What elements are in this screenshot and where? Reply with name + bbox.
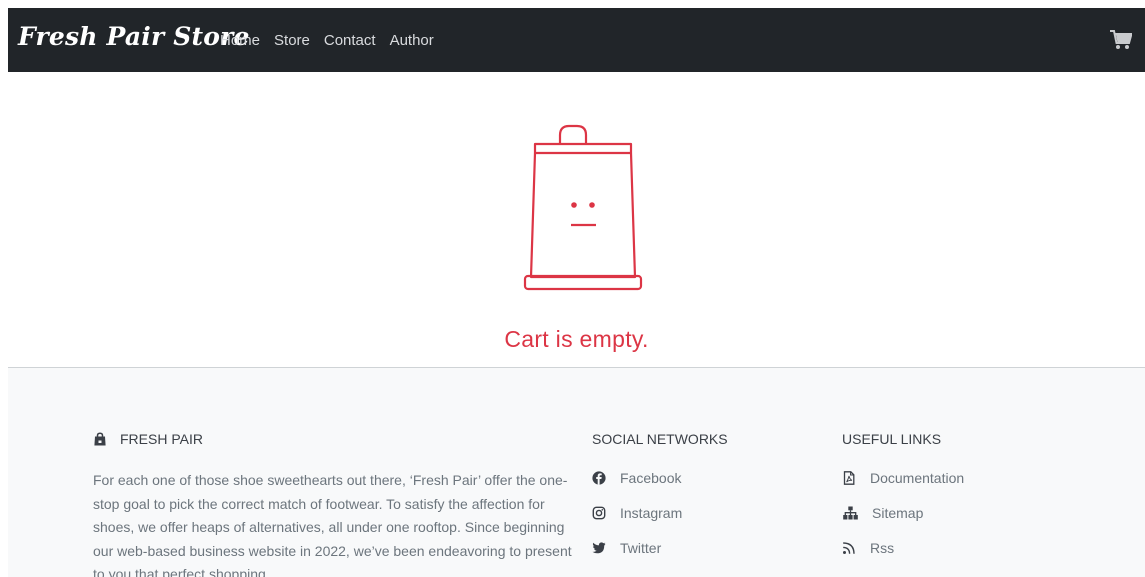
navbar: Fresh Pair Store Home Store Contact Auth… [8, 8, 1145, 72]
page: Fresh Pair Store Home Store Contact Auth… [8, 8, 1145, 577]
empty-cart-message: Cart is empty. [504, 326, 649, 352]
facebook-icon [592, 471, 606, 485]
twitter-icon [592, 542, 606, 554]
brand-logo[interactable]: Fresh Pair Store [18, 22, 250, 51]
empty-cart-section: Cart is empty. [8, 72, 1145, 367]
footer-link-instagram[interactable]: Instagram [592, 505, 682, 521]
nav-link-home[interactable]: Home [220, 32, 260, 49]
nav-link-store[interactable]: Store [274, 32, 310, 49]
nav-link-contact[interactable]: Contact [324, 32, 376, 49]
nav-link-author[interactable]: Author [390, 32, 434, 49]
sitemap-icon [843, 506, 858, 520]
footer-link-facebook[interactable]: Facebook [592, 470, 681, 486]
footer-link-twitter[interactable]: Twitter [592, 540, 661, 556]
sad-shopping-bag-icon [523, 124, 643, 291]
footer-link-label: Sitemap [872, 505, 924, 521]
shopping-bag-icon [94, 432, 106, 446]
footer-link-sitemap[interactable]: Sitemap [842, 505, 923, 521]
shopping-cart-icon[interactable] [1110, 30, 1132, 50]
footer-useful-title: USEFUL LINKS [842, 431, 942, 447]
footer-link-label: Rss [870, 540, 895, 556]
footer-link-documentation[interactable]: Documentation [842, 470, 964, 486]
footer-about-title-label: FRESH PAIR [120, 431, 203, 447]
footer-link-label: Facebook [620, 470, 682, 486]
footer: FRESH PAIR For each one of those shoe sw… [8, 368, 1145, 577]
footer-link-label: Instagram [620, 505, 683, 521]
file-pdf-icon [843, 471, 855, 485]
nav-links: Home Store Contact Author [220, 32, 434, 49]
footer-about-title: FRESH PAIR [93, 431, 203, 447]
rss-icon [843, 542, 855, 554]
instagram-icon [592, 506, 606, 520]
footer-link-label: Twitter [620, 540, 662, 556]
footer-about-text: For each one of those shoe sweethearts o… [93, 472, 572, 577]
footer-social-title: SOCIAL NETWORKS [592, 431, 728, 447]
footer-link-rss[interactable]: Rss [842, 540, 894, 556]
footer-link-label: Documentation [870, 470, 965, 486]
